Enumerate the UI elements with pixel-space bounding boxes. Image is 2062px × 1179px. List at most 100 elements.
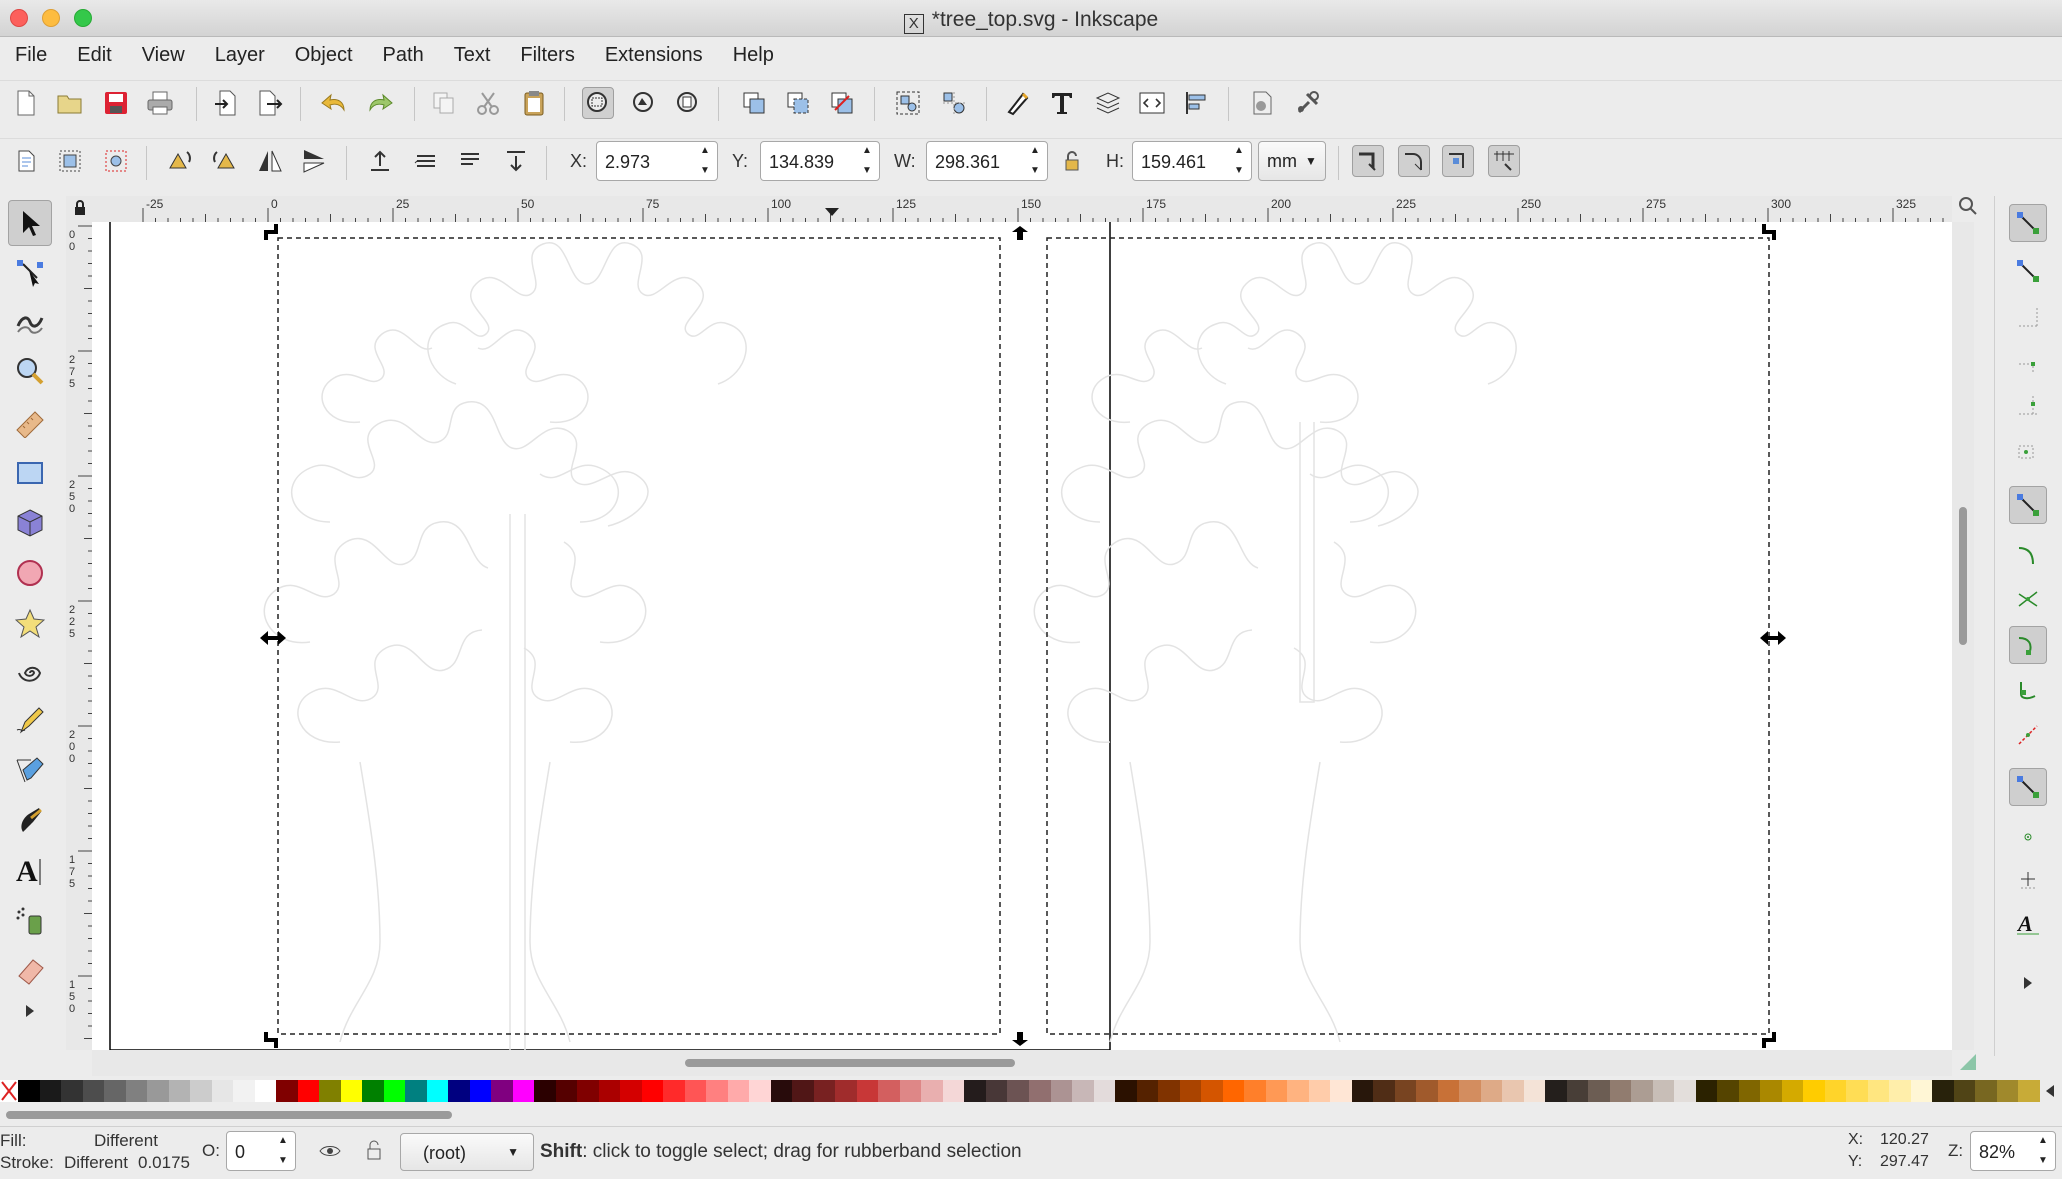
- no-paint-swatch[interactable]: [0, 1080, 18, 1102]
- snap-bbox-midpoint-icon[interactable]: [2009, 386, 2047, 424]
- color-swatch[interactable]: [254, 1080, 277, 1102]
- export-icon[interactable]: [254, 87, 286, 119]
- color-swatch[interactable]: [942, 1080, 965, 1102]
- color-swatch[interactable]: [641, 1080, 664, 1102]
- color-swatch[interactable]: [684, 1080, 707, 1102]
- color-swatch[interactable]: [835, 1080, 858, 1102]
- color-swatch[interactable]: [1523, 1080, 1546, 1102]
- select-all-icon[interactable]: [10, 145, 42, 177]
- layers-icon[interactable]: [1092, 87, 1124, 119]
- color-swatch[interactable]: [1158, 1080, 1181, 1102]
- x-input[interactable]: [603, 148, 687, 176]
- color-swatch[interactable]: [1674, 1080, 1697, 1102]
- paste-icon[interactable]: [518, 87, 550, 119]
- print-icon[interactable]: [144, 87, 176, 119]
- color-swatch[interactable]: [190, 1080, 213, 1102]
- stroke-width-value[interactable]: 0.0175: [138, 1153, 190, 1173]
- color-swatch[interactable]: [168, 1080, 191, 1102]
- color-management-icon[interactable]: [1958, 1052, 1978, 1072]
- color-swatch[interactable]: [1867, 1080, 1890, 1102]
- color-swatch[interactable]: [749, 1080, 772, 1102]
- scale-corners-icon[interactable]: [1398, 145, 1430, 177]
- opacity-spinbox[interactable]: ▲▼: [226, 1131, 296, 1171]
- color-swatch[interactable]: [1932, 1080, 1955, 1102]
- transform-gradients-icon[interactable]: [1442, 145, 1474, 177]
- color-swatch[interactable]: [663, 1080, 686, 1102]
- snap-text-baseline-icon[interactable]: A: [2009, 904, 2047, 942]
- spin-down-icon[interactable]: ▼: [2038, 1154, 2048, 1168]
- color-swatch[interactable]: [598, 1080, 621, 1102]
- color-swatch[interactable]: [727, 1080, 750, 1102]
- color-swatch[interactable]: [1652, 1080, 1675, 1102]
- color-swatch[interactable]: [1287, 1080, 1310, 1102]
- color-swatch[interactable]: [383, 1080, 406, 1102]
- h-spinbox[interactable]: ▲▼: [1132, 141, 1252, 181]
- scale-stroke-icon[interactable]: [1352, 145, 1384, 177]
- selector-tool-icon[interactable]: [8, 200, 52, 246]
- menu-file[interactable]: File: [0, 44, 62, 67]
- vertical-scrollbar-thumb[interactable]: [1959, 507, 1967, 645]
- vertical-ruler[interactable]: 00275250225200175150: [66, 222, 93, 1050]
- color-swatch[interactable]: [61, 1080, 84, 1102]
- zoom-page-icon[interactable]: [672, 87, 704, 119]
- snap-bbox-center-icon[interactable]: [2009, 430, 2047, 468]
- color-swatch[interactable]: [1803, 1080, 1826, 1102]
- color-swatch[interactable]: [1265, 1080, 1288, 1102]
- color-swatch[interactable]: [39, 1080, 62, 1102]
- snap-object-centers-icon[interactable]: [2009, 818, 2047, 856]
- tweak-tool-icon[interactable]: [8, 300, 52, 346]
- w-spin-arrows[interactable]: ▲ ▼: [1025, 144, 1045, 178]
- menu-layer[interactable]: Layer: [200, 44, 280, 67]
- snap-bbox-edge-icon[interactable]: [2009, 298, 2047, 336]
- color-swatch[interactable]: [1545, 1080, 1568, 1102]
- color-swatch[interactable]: [1502, 1080, 1525, 1102]
- zoom-selection-icon[interactable]: [582, 87, 614, 119]
- menu-filters[interactable]: Filters: [505, 44, 589, 67]
- color-swatch[interactable]: [1910, 1080, 1933, 1102]
- layer-visibility-icon[interactable]: [318, 1139, 342, 1163]
- color-swatch[interactable]: [1115, 1080, 1138, 1102]
- color-swatch[interactable]: [319, 1080, 342, 1102]
- menu-text[interactable]: Text: [439, 44, 506, 67]
- color-swatch[interactable]: [770, 1080, 793, 1102]
- color-swatch[interactable]: [1824, 1080, 1847, 1102]
- document-properties-icon[interactable]: [1246, 87, 1278, 119]
- color-swatch[interactable]: [1029, 1080, 1051, 1102]
- color-swatch[interactable]: [1459, 1080, 1482, 1102]
- menu-extensions[interactable]: Extensions: [590, 44, 718, 67]
- color-swatch[interactable]: [1072, 1080, 1095, 1102]
- snap-nodes-icon[interactable]: [2009, 486, 2047, 524]
- color-swatch[interactable]: [1846, 1080, 1869, 1102]
- color-swatch[interactable]: [1566, 1080, 1589, 1102]
- snap-intersections-icon[interactable]: [2009, 580, 2047, 618]
- snap-paths-icon[interactable]: [2009, 536, 2047, 574]
- flip-horizontal-icon[interactable]: [254, 145, 286, 177]
- spin-down-icon[interactable]: ▼: [278, 1154, 288, 1168]
- duplicate-icon[interactable]: [738, 87, 770, 119]
- menu-help[interactable]: Help: [718, 44, 789, 67]
- w-spinbox[interactable]: ▲▼: [926, 141, 1048, 181]
- color-swatch[interactable]: [233, 1080, 256, 1102]
- color-swatch[interactable]: [1631, 1080, 1654, 1102]
- color-swatch[interactable]: [577, 1080, 600, 1102]
- stroke-value[interactable]: Different: [64, 1153, 128, 1173]
- color-swatch[interactable]: [1050, 1080, 1073, 1102]
- color-swatch[interactable]: [362, 1080, 385, 1102]
- spiral-tool-icon[interactable]: [8, 650, 52, 696]
- color-swatch[interactable]: [1760, 1080, 1783, 1102]
- pen-tool-icon[interactable]: [8, 748, 52, 794]
- rotate-cw-icon[interactable]: [208, 145, 240, 177]
- color-swatch[interactable]: [1007, 1080, 1030, 1102]
- color-swatch[interactable]: [534, 1080, 557, 1102]
- pencil-tool-icon[interactable]: [8, 698, 52, 744]
- fill-value[interactable]: Different: [94, 1131, 158, 1151]
- color-swatch[interactable]: [1136, 1080, 1159, 1102]
- more-tools-arrow-icon[interactable]: [8, 996, 52, 1026]
- import-icon[interactable]: [210, 87, 242, 119]
- save-icon[interactable]: [100, 87, 132, 119]
- align-distribute-icon[interactable]: [1180, 87, 1212, 119]
- color-swatch[interactable]: [813, 1080, 836, 1102]
- color-swatch[interactable]: [1695, 1080, 1718, 1102]
- palette-scrollbar[interactable]: [0, 1108, 2062, 1122]
- measure-tool-icon[interactable]: [8, 400, 52, 446]
